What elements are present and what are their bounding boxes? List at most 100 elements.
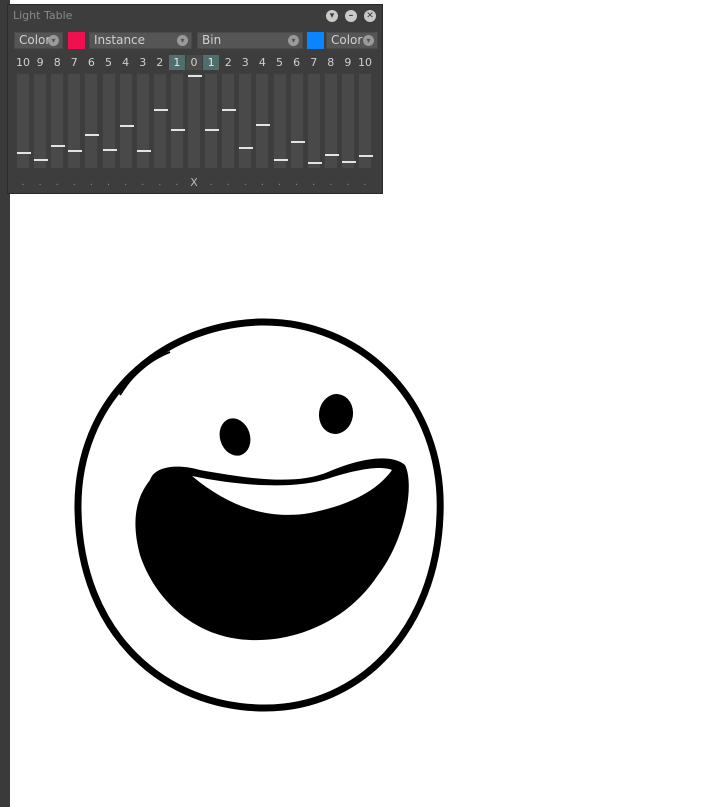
opacity-slider[interactable]: [67, 73, 83, 169]
frame-offset-number[interactable]: 1: [203, 55, 220, 70]
slider-handle[interactable]: [188, 75, 202, 77]
opacity-slider[interactable]: [289, 73, 305, 169]
slider-handle[interactable]: [51, 145, 66, 147]
slider-handle[interactable]: [222, 109, 237, 111]
right-mode-dropdown[interactable]: Color ▾: [326, 32, 378, 49]
frame-offset-number[interactable]: 6: [289, 55, 305, 70]
frame-marker[interactable]: .: [340, 177, 356, 189]
slider-handle[interactable]: [205, 129, 220, 131]
frame-marker[interactable]: .: [357, 177, 373, 189]
frame-marker[interactable]: .: [49, 177, 65, 189]
slider-handle[interactable]: [290, 141, 305, 143]
frame-offset-number[interactable]: 0: [186, 55, 202, 70]
left-mode-dropdown[interactable]: Color ▾: [14, 32, 63, 49]
frame-offset-number[interactable]: 9: [340, 55, 356, 70]
slider-handle[interactable]: [273, 159, 288, 161]
chevron-down-icon[interactable]: ▾: [326, 10, 338, 22]
slider-handle[interactable]: [359, 155, 373, 157]
opacity-slider[interactable]: [255, 73, 271, 169]
opacity-slider[interactable]: [204, 73, 220, 169]
frame-marker[interactable]: .: [323, 177, 339, 189]
opacity-slider[interactable]: [16, 73, 31, 169]
frame-offset-number[interactable]: 2: [220, 55, 236, 70]
current-frame-marker[interactable]: X: [186, 177, 202, 189]
slider-handle[interactable]: [153, 109, 168, 111]
left-color-swatch[interactable]: [68, 32, 85, 49]
left-select-dropdown[interactable]: Instance ▾: [89, 32, 192, 49]
frame-offset-number[interactable]: 6: [83, 55, 99, 70]
frame-marker[interactable]: .: [101, 177, 117, 189]
slider-handle[interactable]: [307, 162, 322, 164]
frame-marker[interactable]: .: [152, 177, 168, 189]
frame-offset-number[interactable]: 5: [101, 55, 117, 70]
frame-offset-number[interactable]: 4: [254, 55, 270, 70]
slider-handle[interactable]: [324, 154, 339, 156]
frame-marker[interactable]: .: [306, 177, 322, 189]
frame-offset-number[interactable]: 5: [272, 55, 288, 70]
frame-offset-number[interactable]: 4: [118, 55, 134, 70]
opacity-slider[interactable]: [323, 73, 339, 169]
slider-handle[interactable]: [102, 149, 117, 151]
opacity-slider[interactable]: [358, 73, 373, 169]
right-eye: [318, 394, 354, 434]
slider-handle[interactable]: [256, 124, 271, 126]
opacity-slider[interactable]: [272, 73, 288, 169]
frame-offset-number[interactable]: 9: [32, 55, 48, 70]
panel-titlebar[interactable]: Light Table ▾ – ✕: [8, 5, 382, 27]
frame-offset-number[interactable]: 7: [66, 55, 82, 70]
slider-handle[interactable]: [170, 129, 185, 131]
frame-offset-number[interactable]: 8: [323, 55, 339, 70]
opacity-slider[interactable]: [152, 73, 168, 169]
slider-handle[interactable]: [341, 161, 356, 163]
frame-offset-number[interactable]: 8: [49, 55, 65, 70]
frame-marker[interactable]: .: [66, 177, 82, 189]
opacity-slider[interactable]: [238, 73, 254, 169]
slider-handle[interactable]: [119, 125, 134, 127]
opacity-slider[interactable]: [84, 73, 100, 169]
opacity-slider[interactable]: [33, 73, 49, 169]
frame-marker[interactable]: .: [254, 177, 270, 189]
opacity-slider[interactable]: [306, 73, 322, 169]
slider-handle[interactable]: [239, 147, 254, 149]
opacity-slider[interactable]: [50, 73, 66, 169]
light-table-controls: Color ▾ Instance ▾ Bin ▾ Color ▾: [8, 32, 382, 52]
frame-offset-number[interactable]: 2: [152, 55, 168, 70]
right-select-dropdown[interactable]: Bin ▾: [197, 32, 303, 49]
right-color-swatch[interactable]: [307, 32, 324, 49]
chevron-down-icon: ▾: [177, 35, 188, 46]
slider-handle[interactable]: [17, 152, 31, 154]
slider-handle[interactable]: [85, 134, 100, 136]
frame-marker[interactable]: .: [289, 177, 305, 189]
frame-offset-number[interactable]: 10: [15, 55, 31, 70]
frame-marker[interactable]: .: [237, 177, 253, 189]
opacity-slider[interactable]: [187, 73, 202, 169]
left-mode-label: Color: [19, 33, 51, 47]
frame-marker[interactable]: .: [220, 177, 236, 189]
minimize-icon[interactable]: –: [345, 10, 357, 22]
panel-title: Light Table: [13, 9, 73, 22]
close-icon[interactable]: ✕: [364, 10, 376, 22]
opacity-slider[interactable]: [221, 73, 237, 169]
opacity-slider[interactable]: [135, 73, 151, 169]
frame-marker[interactable]: .: [83, 177, 99, 189]
opacity-slider[interactable]: [118, 73, 134, 169]
frame-marker[interactable]: .: [118, 177, 134, 189]
frame-marker[interactable]: .: [203, 177, 219, 189]
slider-handle[interactable]: [34, 159, 49, 161]
frame-offset-number[interactable]: 3: [135, 55, 151, 70]
frame-offset-number[interactable]: 1: [168, 55, 185, 70]
frame-markers: ..........X..........: [8, 177, 382, 191]
opacity-slider[interactable]: [169, 73, 185, 169]
frame-marker[interactable]: .: [15, 177, 31, 189]
frame-offset-number[interactable]: 3: [237, 55, 253, 70]
frame-marker[interactable]: .: [32, 177, 48, 189]
frame-offset-number[interactable]: 10: [357, 55, 373, 70]
slider-handle[interactable]: [68, 150, 83, 152]
opacity-slider[interactable]: [101, 73, 117, 169]
frame-offset-number[interactable]: 7: [306, 55, 322, 70]
frame-marker[interactable]: .: [169, 177, 185, 189]
frame-marker[interactable]: .: [272, 177, 288, 189]
slider-handle[interactable]: [136, 150, 151, 152]
opacity-slider[interactable]: [340, 73, 356, 169]
frame-marker[interactable]: .: [135, 177, 151, 189]
